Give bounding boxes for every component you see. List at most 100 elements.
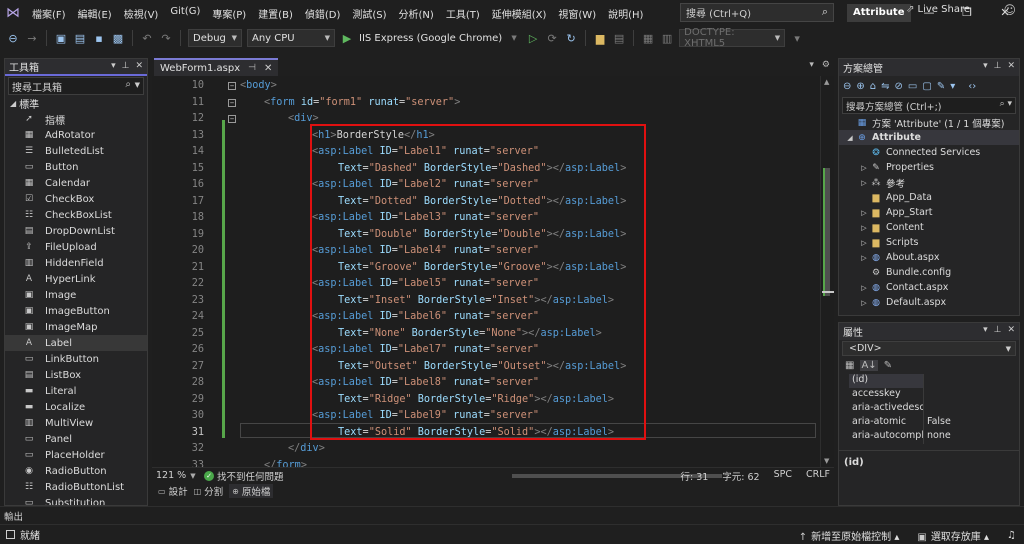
close-icon[interactable]: ✕ <box>135 61 143 71</box>
property-value[interactable] <box>923 402 1019 416</box>
properties-icon[interactable]: ✎ <box>937 81 945 92</box>
toolbox-search-input[interactable]: 搜尋工具箱 ⌕ ▼ <box>8 77 144 95</box>
solution-tree-item[interactable]: ▷ ◍ Contact.aspx <box>839 280 1019 295</box>
alphabetical-icon[interactable]: A↓ <box>860 360 878 371</box>
whitespace-mode-status[interactable]: SPC <box>774 469 792 483</box>
toolbox-group-standard[interactable]: ◢ 標準 <box>5 96 147 111</box>
menu-item-6[interactable]: 偵錯(D) <box>299 6 347 21</box>
toolbar-overflow-icon[interactable]: ▾ <box>790 32 804 45</box>
expand-arrow-icon[interactable]: ▷ <box>859 209 869 217</box>
toolbox-item[interactable]: A HyperLink <box>5 271 147 287</box>
pin-icon[interactable]: ⊥ <box>994 325 1002 335</box>
menu-item-11[interactable]: 視窗(W) <box>552 6 602 21</box>
start-without-debugging-icon[interactable]: ▷ <box>526 32 540 45</box>
show-all-files-icon[interactable]: ▢ <box>922 81 931 92</box>
solution-tree-item[interactable]: ❂ Connected Services <box>839 145 1019 160</box>
line-ending-status[interactable]: CRLF <box>806 469 830 483</box>
close-icon[interactable]: ✕ <box>264 63 272 74</box>
collapse-toggle-icon[interactable]: − <box>228 115 236 123</box>
collapse-all-icon[interactable]: ▭ <box>908 81 917 92</box>
home-icon[interactable]: ⌂ <box>870 81 876 92</box>
run-target-button[interactable]: IIS Express (Google Chrome) <box>359 33 502 44</box>
property-value[interactable]: False <box>923 416 1019 430</box>
toolbox-item[interactable]: ▭ PlaceHolder <box>5 447 147 463</box>
toolbox-item[interactable]: ▭ Button <box>5 159 147 175</box>
toolbox-item[interactable]: ▤ DropDownList <box>5 223 147 239</box>
menu-item-0[interactable]: 檔案(F) <box>26 6 72 21</box>
toolbox-item[interactable]: ▭ LinkButton <box>5 351 147 367</box>
inline-icon[interactable]: ▥ <box>660 32 674 45</box>
issues-indicator[interactable]: ✓ 找不到任何問題 <box>204 469 284 483</box>
menu-item-7[interactable]: 測試(S) <box>346 6 392 21</box>
scrollbar-thumb[interactable] <box>825 168 830 296</box>
new-project-icon[interactable]: ▣ <box>54 32 68 45</box>
scroll-up-icon[interactable]: ▲ <box>824 78 829 86</box>
solution-tree-item[interactable]: ▷ ◍ About.aspx <box>839 250 1019 265</box>
toolbox-item[interactable]: ➚ 指標 <box>5 111 147 127</box>
menu-item-3[interactable]: Git(G) <box>164 6 206 21</box>
toolbox-item[interactable]: ☷ RadioButtonList <box>5 479 147 495</box>
tab-split[interactable]: ◫ 分割 <box>194 484 224 499</box>
categorized-icon[interactable]: ▦ <box>845 360 854 371</box>
collapse-toggle-icon[interactable]: − <box>228 82 236 90</box>
menu-item-2[interactable]: 檢視(V) <box>118 6 165 21</box>
solution-explorer-search-input[interactable]: 搜尋方案總管 (Ctrl+;) ⌕ ▾ <box>842 97 1016 114</box>
tab-source[interactable]: ⊕ 原始檔 <box>229 484 274 498</box>
select-repository-button[interactable]: ▣ 選取存放庫 ▴ <box>917 528 989 543</box>
save-all-icon[interactable]: ▩ <box>111 32 125 45</box>
toolbox-item[interactable]: ▣ ImageMap <box>5 319 147 335</box>
layout-icon[interactable]: ▤ <box>612 32 626 45</box>
menu-item-1[interactable]: 編輯(E) <box>72 6 118 21</box>
pin-icon[interactable]: ⊥ <box>994 61 1002 71</box>
start-debugging-icon[interactable]: ▶ <box>340 32 354 45</box>
toolbox-item[interactable]: A Label <box>5 335 147 351</box>
toolbox-item[interactable]: ▤ ListBox <box>5 367 147 383</box>
solution-tree-item[interactable]: ▦ 方案 'Attribute' (1 / 1 個專案) <box>839 115 1019 130</box>
expand-arrow-icon[interactable]: ◢ <box>845 134 855 142</box>
toolbox-item[interactable]: ▥ MultiView <box>5 415 147 431</box>
toolbox-item[interactable]: ▣ Image <box>5 287 147 303</box>
toolbox-item[interactable]: ☰ BulletedList <box>5 143 147 159</box>
menu-item-10[interactable]: 延伸模組(X) <box>486 6 553 21</box>
chevron-down-icon[interactable]: ▾ <box>983 61 988 71</box>
expand-arrow-icon[interactable]: ▷ <box>859 299 869 307</box>
live-share-button[interactable]: ⇗ Live Share <box>906 4 970 15</box>
property-pages-icon[interactable]: ✎ <box>884 360 892 371</box>
menu-item-9[interactable]: 工具(T) <box>440 6 486 21</box>
toolbox-item[interactable]: ⇪ FileUpload <box>5 239 147 255</box>
navigate-forward-icon[interactable]: → <box>25 32 39 45</box>
code-view-icon[interactable]: ‹› <box>968 81 976 92</box>
account-icon[interactable]: ☺ <box>1003 3 1016 17</box>
back-icon[interactable]: ⊖ <box>843 81 851 92</box>
solution-tree-item[interactable]: ⚙ Bundle.config <box>839 265 1019 280</box>
property-value[interactable] <box>923 388 1019 402</box>
menu-item-12[interactable]: 說明(H) <box>602 6 649 21</box>
property-row[interactable]: aria-autocompletenone <box>849 430 1019 444</box>
property-row[interactable]: accesskey <box>849 388 1019 402</box>
open-file-icon[interactable]: ▤ <box>73 32 87 45</box>
solution-tree-item[interactable]: ▷ ▆ App_Start <box>839 205 1019 220</box>
expand-arrow-icon[interactable]: ▷ <box>859 224 869 232</box>
solution-tree-item[interactable]: ▷ ◍ Default.aspx <box>839 295 1019 310</box>
solution-tree-item[interactable]: ▷ ✎ Properties <box>839 160 1019 175</box>
toolbox-item[interactable]: ☷ CheckBoxList <box>5 207 147 223</box>
close-icon[interactable]: ✕ <box>1007 325 1015 335</box>
redo-icon[interactable]: ↷ <box>159 32 173 45</box>
tab-design[interactable]: ▭ 設計 <box>158 484 188 499</box>
property-value[interactable]: none <box>923 430 1019 444</box>
expand-arrow-icon[interactable]: ▷ <box>859 239 869 247</box>
pending-changes-icon[interactable]: ⊘ <box>895 81 903 92</box>
tab-webform1-aspx[interactable]: WebForm1.aspx ⊣ ✕ <box>154 58 279 76</box>
browser-link-icon[interactable]: ⟳ <box>545 32 559 45</box>
toolbox-item[interactable]: ▣ ImageButton <box>5 303 147 319</box>
chevron-down-icon[interactable]: ▼ <box>507 34 521 42</box>
property-row[interactable]: (id) <box>849 374 1019 388</box>
solution-tree-item[interactable]: ▷ ⁂ 參考 <box>839 175 1019 190</box>
doctype-dropdown[interactable]: DOCTYPE: XHTML5 ▼ <box>679 27 786 49</box>
close-icon[interactable]: ✕ <box>1007 61 1015 71</box>
refresh-icon[interactable]: ↻ <box>564 32 578 45</box>
tab-list-dropdown-icon[interactable]: ▾ <box>809 60 814 70</box>
toolbox-item[interactable]: ◉ RadioButton <box>5 463 147 479</box>
settings-gear-icon[interactable]: ⚙ <box>822 60 830 70</box>
add-to-source-control-button[interactable]: ↑ 新增至原始檔控制 ▴ <box>799 528 900 543</box>
